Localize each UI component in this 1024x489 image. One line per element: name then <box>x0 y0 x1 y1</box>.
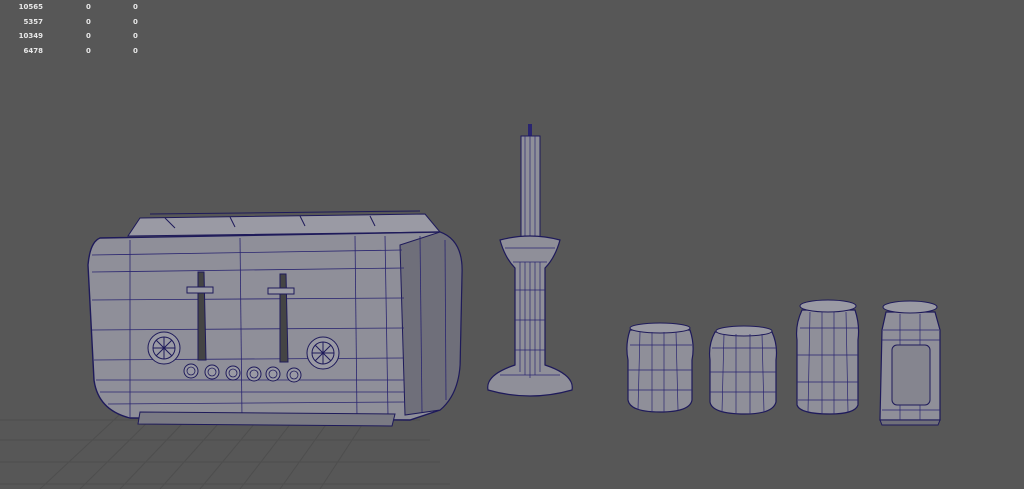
candlestick-model[interactable] <box>487 124 573 397</box>
hud-value: 0 <box>133 32 138 40</box>
hud-value: 0 <box>86 46 91 55</box>
hud-row: 6478 0 0 <box>0 44 150 59</box>
scene-canvas[interactable] <box>0 0 1024 489</box>
hud-value: 0 <box>86 32 91 40</box>
hud-value: 10565 <box>18 3 43 11</box>
3d-viewport[interactable]: 10565 0 0 5357 0 0 10349 0 0 6478 0 0 <box>0 0 1024 489</box>
hud-value: 5357 <box>23 17 43 26</box>
hud-value: 10349 <box>18 32 43 40</box>
hud-row: 10565 0 0 <box>0 0 150 15</box>
jar-model-2[interactable] <box>708 325 778 415</box>
hud-value: 0 <box>86 3 91 11</box>
hud-value: 6478 <box>23 46 43 55</box>
hud-value: 0 <box>133 3 138 11</box>
hud-value: 0 <box>133 17 138 26</box>
toaster-model[interactable] <box>87 210 463 427</box>
hud-value: 0 <box>86 17 91 26</box>
jar-model-1[interactable] <box>626 322 694 413</box>
jar-model-3[interactable] <box>795 299 860 415</box>
poly-count-hud: 10565 0 0 5357 0 0 10349 0 0 6478 0 0 <box>0 0 150 58</box>
hud-row: 5357 0 0 <box>0 15 150 30</box>
hud-value: 0 <box>133 46 138 55</box>
hud-row: 10349 0 0 <box>0 29 150 44</box>
jar-model-4[interactable] <box>879 300 941 426</box>
